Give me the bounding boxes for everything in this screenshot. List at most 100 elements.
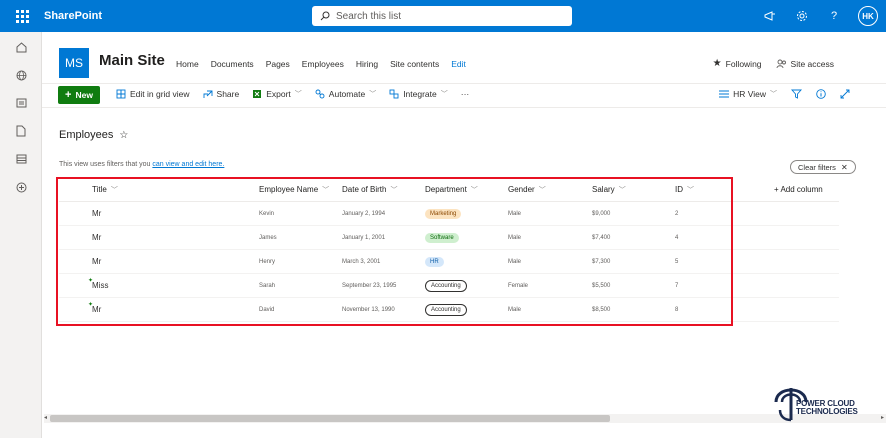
- cell-title[interactable]: ✦ Mr: [59, 302, 259, 314]
- grid-icon: [116, 89, 126, 99]
- search-box[interactable]: Search this list: [312, 6, 572, 26]
- scroll-left-icon[interactable]: ◂: [44, 414, 47, 421]
- view-selector[interactable]: HR View ﹀: [719, 89, 777, 99]
- export-button[interactable]: Export ﹀: [252, 89, 302, 99]
- chevron-down-icon: ﹀: [369, 91, 377, 98]
- column-header-employee-name[interactable]: Employee Name ﹀: [259, 185, 342, 195]
- edit-grid-button[interactable]: Edit in grid view: [116, 89, 190, 99]
- cell-title-text: Mr: [92, 209, 102, 218]
- site-title[interactable]: Main Site: [99, 52, 165, 69]
- share-icon: [203, 90, 212, 98]
- nav-hiring[interactable]: Hiring: [356, 59, 378, 69]
- following-button[interactable]: ★ Following: [713, 58, 762, 69]
- plus-icon: +: [65, 89, 72, 101]
- cell-department: Marketing: [425, 208, 508, 219]
- site-access-button[interactable]: Site access: [776, 59, 834, 69]
- search-icon: [320, 11, 330, 21]
- chevron-down-icon: ﹀: [687, 186, 694, 194]
- cell-date-of-birth: January 2, 1994: [342, 210, 386, 217]
- integrate-button[interactable]: Integrate ﹀: [389, 89, 448, 99]
- nav-employees[interactable]: Employees: [302, 59, 344, 69]
- share-label: Share: [216, 89, 240, 99]
- cell-title[interactable]: Mr: [59, 233, 259, 242]
- employees-table: Title ﹀ Employee Name ﹀ Date of Birth ﹀ Dep…: [59, 178, 839, 322]
- cell-title-text: Mr: [92, 305, 102, 314]
- clear-filters-button[interactable]: Clear filters ✕: [790, 160, 856, 174]
- gear-icon[interactable]: [794, 8, 810, 24]
- expand-icon: [840, 89, 850, 99]
- cell-gender: Male: [508, 234, 522, 241]
- info-icon: [816, 89, 826, 99]
- home-icon[interactable]: [0, 34, 42, 60]
- filter-edit-link[interactable]: can view and edit here.: [152, 161, 224, 168]
- filter-button[interactable]: [791, 89, 802, 99]
- nav-home[interactable]: Home: [176, 59, 199, 69]
- new-label: New: [75, 90, 93, 100]
- scrollbar-thumb[interactable]: [50, 415, 610, 422]
- column-header-salary[interactable]: Salary ﹀: [592, 185, 675, 195]
- list-icon[interactable]: [0, 146, 42, 172]
- horizontal-scrollbar[interactable]: ◂ ▸: [44, 414, 886, 423]
- excel-icon: [253, 90, 262, 98]
- app-name[interactable]: SharePoint: [44, 10, 102, 22]
- column-header-department[interactable]: Department ﹀: [425, 185, 508, 195]
- site-logo[interactable]: MS: [59, 48, 89, 78]
- cell-salary: $5,500: [592, 282, 611, 289]
- new-item-icon: ✦: [88, 278, 94, 284]
- cell-title[interactable]: Mr: [59, 257, 259, 266]
- more-button[interactable]: ···: [461, 89, 470, 99]
- view-label: HR View: [733, 89, 766, 99]
- app-launcher-button[interactable]: [0, 0, 44, 32]
- table-row[interactable]: Mr Kevin January 2, 1994 Marketing Male $9,00…: [59, 202, 839, 226]
- info-button[interactable]: [816, 89, 826, 99]
- add-column-button[interactable]: + Add column: [758, 185, 839, 194]
- column-label: Gender: [508, 185, 535, 194]
- close-icon: ✕: [840, 162, 848, 172]
- column-header-gender[interactable]: Gender ﹀: [508, 185, 592, 195]
- help-icon[interactable]: ?: [826, 8, 842, 24]
- table-row[interactable]: Mr James January 1, 2001 Software Male $7,400…: [59, 226, 839, 250]
- star-outline-icon[interactable]: ☆: [119, 130, 128, 141]
- new-button[interactable]: + New: [58, 86, 100, 104]
- globe-icon[interactable]: [0, 62, 42, 88]
- nav-documents[interactable]: Documents: [211, 59, 254, 69]
- table-row[interactable]: Mr Henry March 3, 2001 HR Male $7,300 5: [59, 250, 839, 274]
- table-row[interactable]: ✦ Miss Sarah September 23, 1995 Accounting Fe…: [59, 274, 839, 298]
- cell-date-of-birth: September 23, 1995: [342, 282, 397, 289]
- cell-date-of-birth: November 13, 1990: [342, 306, 395, 313]
- cell-title-text: Miss: [92, 281, 109, 290]
- nav-pages[interactable]: Pages: [266, 59, 290, 69]
- list-title-text: Employees: [59, 129, 114, 141]
- view-lines-icon: [719, 90, 730, 98]
- cell-department: Software: [425, 232, 508, 243]
- cell-title[interactable]: ✦ Miss: [59, 278, 259, 290]
- logo-line-2: TECHNOLOGIES: [796, 407, 858, 416]
- edit-grid-label: Edit in grid view: [130, 89, 190, 99]
- column-label: Date of Birth: [342, 185, 387, 194]
- column-label: Department: [425, 185, 467, 194]
- cell-salary: $9,000: [592, 210, 611, 217]
- scroll-right-icon[interactable]: ▸: [881, 414, 884, 421]
- cell-title[interactable]: Mr: [59, 209, 259, 218]
- cell-id: 2: [675, 210, 679, 217]
- column-header-title[interactable]: Title ﹀: [59, 185, 259, 195]
- expand-button[interactable]: [840, 89, 850, 99]
- left-rail: [0, 32, 42, 438]
- chevron-down-icon: ﹀: [390, 186, 398, 194]
- column-label: Employee Name: [259, 185, 319, 194]
- automate-button[interactable]: Automate ﹀: [315, 89, 376, 99]
- column-header-id[interactable]: ID ﹀: [675, 185, 758, 195]
- create-icon[interactable]: [0, 174, 42, 200]
- news-icon[interactable]: [0, 90, 42, 116]
- nav-site-contents[interactable]: Site contents: [390, 59, 439, 69]
- nav-edit-link[interactable]: Edit: [451, 59, 466, 69]
- search-placeholder: Search this list: [336, 10, 402, 22]
- chevron-down-icon: ﹀: [294, 91, 302, 98]
- document-icon[interactable]: [0, 118, 42, 144]
- column-header-date-of-birth[interactable]: Date of Birth ﹀: [342, 185, 425, 195]
- share-button[interactable]: Share: [203, 89, 240, 99]
- table-row[interactable]: ✦ Mr David November 13, 1990 Accounting Male $…: [59, 298, 839, 322]
- megaphone-icon[interactable]: [762, 8, 778, 24]
- cell-salary: $8,500: [592, 306, 611, 313]
- avatar[interactable]: HK: [858, 6, 878, 26]
